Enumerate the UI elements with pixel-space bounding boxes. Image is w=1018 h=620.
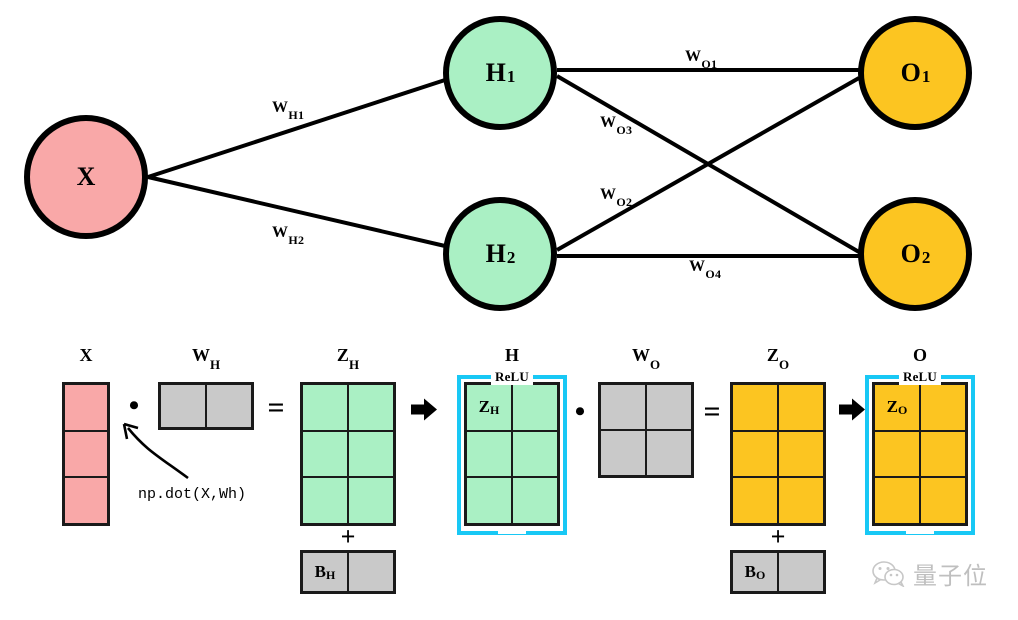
relu-bottom-gap [498,529,526,534]
relu-bottom-gap [906,529,934,534]
diagram-canvas: XH1H2O1O2 WH1 WH2 WO1 WO3 WO2 WO4 X WH ZH B H H Z H W… [0,0,1018,620]
annotation-curve [126,427,189,480]
npdot-annotation-arrow [122,422,189,480]
relu-label: ReLU [898,369,942,385]
watermark-text: 量子位 [913,562,988,590]
relu-label: ReLU [490,369,534,385]
wechat-icon [872,560,905,587]
watermark: 量子位 [872,556,988,591]
npdot-code-label: np.dot(X,Wh) [138,486,247,503]
